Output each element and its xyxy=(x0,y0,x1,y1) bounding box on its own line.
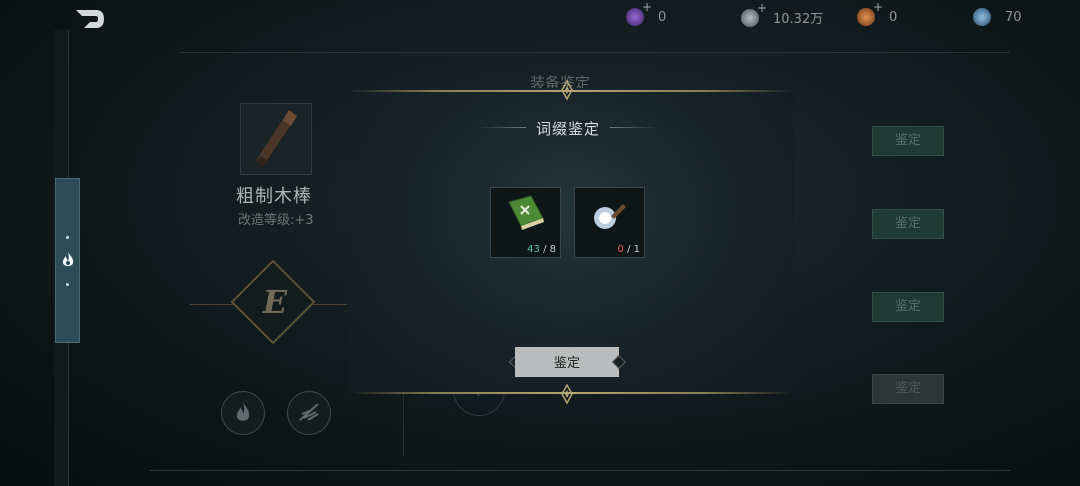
bottom-divider xyxy=(150,470,1010,471)
fire-icon xyxy=(236,402,250,421)
orange-coin-icon: + xyxy=(857,0,883,26)
title-divider-right xyxy=(610,127,658,128)
material-count: 43 / 8 xyxy=(527,244,556,255)
fire-skill-button[interactable] xyxy=(221,391,265,435)
wooden-club-icon xyxy=(255,110,297,166)
upgrade-level: 改造等级:+3 xyxy=(238,213,314,228)
currency-value: 70 xyxy=(1005,9,1022,25)
confirm-identify-button[interactable]: 鉴定 xyxy=(515,347,619,377)
material-slot[interactable]: 43 / 8 xyxy=(490,187,561,258)
material-slot[interactable]: 0 / 1 xyxy=(574,187,645,258)
add-icon[interactable]: + xyxy=(642,0,652,14)
currency-blue: 70 xyxy=(973,8,1022,26)
tab-forge[interactable] xyxy=(55,178,80,343)
wind-skill-button[interactable] xyxy=(287,391,331,435)
ornament-icon xyxy=(561,79,573,101)
equipment-slot[interactable] xyxy=(240,103,312,175)
currency-orange[interactable]: + 0 xyxy=(857,0,898,26)
item-name: 粗制木棒 xyxy=(236,186,312,207)
add-icon[interactable]: + xyxy=(873,0,883,14)
title-divider-left xyxy=(478,127,526,128)
identify-button-3[interactable]: 鉴定 xyxy=(872,292,944,322)
currency-value: 0 xyxy=(658,9,667,25)
ornament-icon xyxy=(561,383,573,405)
currency-value: 0 xyxy=(889,9,898,25)
feather-icon xyxy=(299,403,319,421)
rank-letter: E xyxy=(262,283,288,321)
top-divider xyxy=(180,52,1010,53)
identify-button-2[interactable]: 鉴定 xyxy=(872,209,944,239)
dot-icon xyxy=(66,283,69,286)
flame-icon xyxy=(62,252,74,266)
dialog-title: 词缀鉴定 xyxy=(536,120,601,138)
back-icon[interactable] xyxy=(70,6,110,32)
dot-icon xyxy=(66,236,69,239)
identify-button-1[interactable]: 鉴定 xyxy=(872,126,944,156)
currency-value: 10.32万 xyxy=(773,12,824,27)
silver-coin-icon: + xyxy=(741,1,767,27)
currency-purple[interactable]: + 0 xyxy=(626,0,667,26)
material-count: 0 / 1 xyxy=(617,244,641,255)
currency-silver[interactable]: + 10.32万 xyxy=(741,1,824,27)
green-book-icon xyxy=(508,195,544,230)
identify-button-4: 鉴定 xyxy=(872,374,944,404)
purple-gem-icon: + xyxy=(626,0,652,26)
blue-orb-wand-icon xyxy=(594,204,626,229)
blue-crystal-icon xyxy=(973,8,991,26)
add-icon[interactable]: + xyxy=(757,1,767,15)
